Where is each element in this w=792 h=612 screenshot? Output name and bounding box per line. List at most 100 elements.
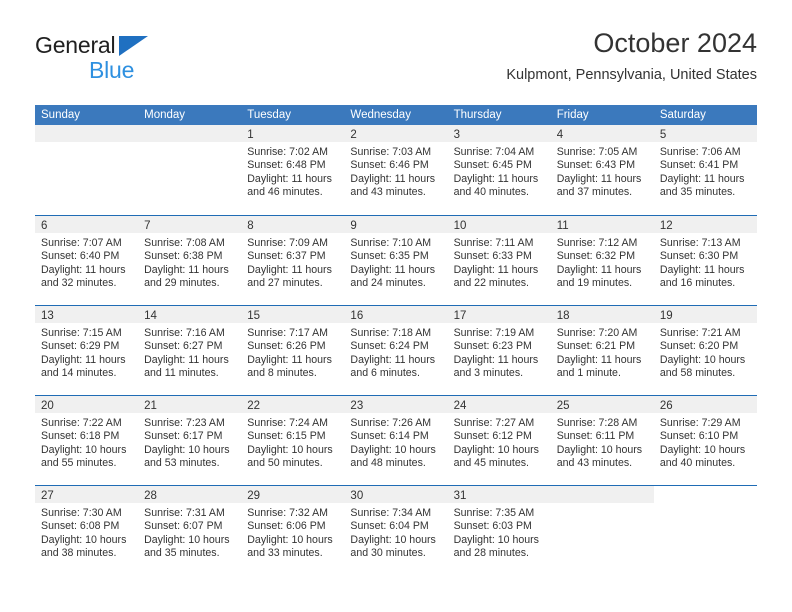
day-details: Sunrise: 7:24 AM Sunset: 6:15 PM Daylight:… [241,413,344,471]
day-number: 19 [659,310,673,322]
day-number-bar: 8 [241,216,345,233]
calendar-day-cell[interactable]: 2 Sunrise: 7:03 AM Sunset: 6:46 PM Daylight… [344,125,448,215]
calendar-day-cell[interactable]: 30 Sunrise: 7:34 AM Sunset: 6:04 PM Dayligh… [344,486,448,575]
day-detail-line: Daylight: 11 hours [659,172,745,185]
day-detail-line: Sunset: 6:30 PM [659,250,739,263]
calendar-day-cell[interactable]: 25 Sunrise: 7:28 AM Sunset: 6:11 PM Dayligh… [550,396,654,485]
day-detail-line: Daylight: 10 hours [350,533,436,546]
day-details: Sunrise: 7:19 AM Sunset: 6:23 PM Daylight:… [448,323,551,381]
day-number: 6 [41,220,48,232]
day-detail-line: Sunset: 6:15 PM [247,430,326,443]
day-details: Sunrise: 7:07 AM Sunset: 6:40 PM Daylight:… [35,233,138,291]
day-detail-line: Sunrise: 7:26 AM [350,417,432,429]
day-number: 24 [453,400,467,412]
day-detail-line: Sunrise: 7:17 AM [247,327,328,339]
calendar-day-cell[interactable]: 23 Sunrise: 7:26 AM Sunset: 6:14 PM Dayligh… [344,396,448,485]
calendar-day-cell[interactable]: 14 Sunrise: 7:16 AM Sunset: 6:27 PM Dayligh… [138,306,242,395]
calendar-day-cell[interactable]: 21 Sunrise: 7:23 AM Sunset: 6:17 PM Dayligh… [138,396,242,485]
calendar-day-cell[interactable]: 10 Sunrise: 7:11 AM Sunset: 6:33 PM Dayligh… [447,216,551,305]
day-detail-line: Sunrise: 7:23 AM [144,417,225,429]
day-detail-line: Sunrise: 7:08 AM [144,237,225,249]
calendar-day-cell[interactable]: 3 Sunrise: 7:04 AM Sunset: 6:45 PM Daylight… [447,125,551,215]
calendar-day-cell[interactable]: 26 Sunrise: 7:29 AM Sunset: 6:10 PM Dayligh… [653,396,757,485]
location-subtitle: Kulpmont, Pennsylvania, United States [506,67,757,83]
calendar-day-cell[interactable]: 4 Sunrise: 7:05 AM Sunset: 6:43 PM Daylight… [550,125,654,215]
calendar-day-cell[interactable]: 29 Sunrise: 7:32 AM Sunset: 6:06 PM Dayligh… [241,486,345,575]
day-detail-line: Daylight: 11 hours [556,353,642,366]
day-detail-line: Sunrise: 7:22 AM [41,417,122,429]
day-details: Sunrise: 7:04 AM Sunset: 6:45 PM Daylight:… [448,142,551,200]
calendar-week-row: 1 Sunrise: 7:02 AM Sunset: 6:48 PM Daylight… [35,125,757,215]
day-details: Sunrise: 7:34 AM Sunset: 6:04 PM Daylight:… [344,503,447,561]
day-number-bar: 2 [344,125,448,142]
day-details: Sunrise: 7:22 AM Sunset: 6:18 PM Daylight:… [35,413,138,471]
calendar-day-cell[interactable]: 18 Sunrise: 7:20 AM Sunset: 6:21 PM Dayligh… [550,306,654,395]
day-detail-line: Daylight: 10 hours [41,533,127,546]
day-number-bar [138,125,242,142]
calendar-day-cell[interactable]: 11 Sunrise: 7:12 AM Sunset: 6:32 PM Dayligh… [550,216,654,305]
day-number: 11 [556,220,569,232]
day-number-bar: 6 [35,216,139,233]
day-number-bar: 25 [550,396,654,413]
calendar-day-cell[interactable]: 24 Sunrise: 7:27 AM Sunset: 6:12 PM Dayligh… [447,396,551,485]
calendar-day-cell[interactable]: 12 Sunrise: 7:13 AM Sunset: 6:30 PM Dayligh… [653,216,757,305]
calendar-day-cell[interactable]: 1 Sunrise: 7:02 AM Sunset: 6:48 PM Daylight… [241,125,345,215]
day-number-bar: 30 [344,486,448,503]
day-detail-line: Sunset: 6:12 PM [453,430,532,443]
calendar-day-cell[interactable]: 22 Sunrise: 7:24 AM Sunset: 6:15 PM Dayligh… [241,396,345,485]
day-detail-line: Sunset: 6:03 PM [453,520,532,533]
day-detail-line: Daylight: 11 hours [41,263,126,276]
calendar-day-cell[interactable]: 7 Sunrise: 7:08 AM Sunset: 6:38 PM Daylight… [138,216,242,305]
day-detail-line: and 48 minutes. [350,457,426,470]
day-number-bar: 21 [138,396,242,413]
day-detail-line: Daylight: 11 hours [453,353,539,366]
day-detail-line: Sunset: 6:43 PM [556,159,636,172]
day-number-bar: 1 [241,125,345,142]
calendar-day-cell[interactable]: 19 Sunrise: 7:21 AM Sunset: 6:20 PM Dayligh… [653,306,757,395]
calendar-day-cell[interactable]: 28 Sunrise: 7:31 AM Sunset: 6:07 PM Dayligh… [138,486,242,575]
day-detail-line: Sunset: 6:26 PM [247,340,326,353]
day-detail-line: Sunrise: 7:28 AM [556,417,638,429]
generalblue-logo[interactable]: General Blue [35,26,215,86]
calendar-day-cell[interactable]: 17 Sunrise: 7:19 AM Sunset: 6:23 PM Dayligh… [447,306,551,395]
day-detail-line: Sunset: 6:48 PM [247,159,326,172]
day-number: 5 [659,129,667,141]
day-detail-line: Sunset: 6:20 PM [659,340,739,353]
calendar-day-cell[interactable]: 8 Sunrise: 7:09 AM Sunset: 6:37 PM Daylight… [241,216,345,305]
calendar-empty-cell [653,486,757,575]
calendar-day-cell[interactable]: 6 Sunrise: 7:07 AM Sunset: 6:40 PM Daylight… [35,216,139,305]
calendar-day-cell[interactable]: 27 Sunrise: 7:30 AM Sunset: 6:08 PM Dayligh… [35,486,139,575]
day-detail-line: and 53 minutes. [144,457,220,470]
calendar-day-cell[interactable]: 20 Sunrise: 7:22 AM Sunset: 6:18 PM Dayligh… [35,396,139,485]
weekday-header-thursday: Thursday [453,109,502,121]
day-detail-line: and 33 minutes. [247,547,323,560]
calendar-day-cell[interactable]: 9 Sunrise: 7:10 AM Sunset: 6:35 PM Daylight… [344,216,448,305]
calendar-day-cell[interactable]: 15 Sunrise: 7:17 AM Sunset: 6:26 PM Dayligh… [241,306,345,395]
calendar-day-cell[interactable]: 16 Sunrise: 7:18 AM Sunset: 6:24 PM Dayligh… [344,306,448,395]
day-detail-line: and 30 minutes. [350,547,426,560]
day-number-bar: 7 [138,216,242,233]
page-header: General Blue October 2024 Kulpmont, Penn… [35,26,757,100]
day-number: 22 [247,400,261,412]
day-number-bar: 27 [35,486,139,503]
day-detail-line: Sunrise: 7:30 AM [41,507,122,519]
day-detail-line: and 29 minutes. [144,277,220,290]
day-detail-line: and 50 minutes. [247,457,323,470]
day-detail-line: Sunrise: 7:09 AM [247,237,328,249]
day-detail-line: Sunset: 6:40 PM [41,250,120,263]
day-detail-line: Sunrise: 7:32 AM [247,507,328,519]
calendar-week-row: 6 Sunrise: 7:07 AM Sunset: 6:40 PM Daylight… [35,215,757,305]
day-number-bar: 14 [138,306,242,323]
day-detail-line: Sunrise: 7:04 AM [453,146,535,158]
day-detail-line: Sunrise: 7:16 AM [144,327,225,339]
day-detail-line: Sunset: 6:24 PM [350,340,429,353]
day-number-bar: 28 [138,486,242,503]
calendar-day-cell[interactable]: 13 Sunrise: 7:15 AM Sunset: 6:29 PM Dayligh… [35,306,139,395]
calendar-day-cell[interactable]: 31 Sunrise: 7:35 AM Sunset: 6:03 PM Dayligh… [447,486,551,575]
day-detail-line: Daylight: 10 hours [144,533,230,546]
day-number-bar [550,486,654,503]
day-detail-line: and 32 minutes. [41,277,117,290]
weekday-header-wednesday: Wednesday [350,109,411,121]
calendar-day-cell[interactable]: 5 Sunrise: 7:06 AM Sunset: 6:41 PM Daylight… [653,125,757,215]
day-details: Sunrise: 7:20 AM Sunset: 6:21 PM Daylight:… [551,323,654,381]
